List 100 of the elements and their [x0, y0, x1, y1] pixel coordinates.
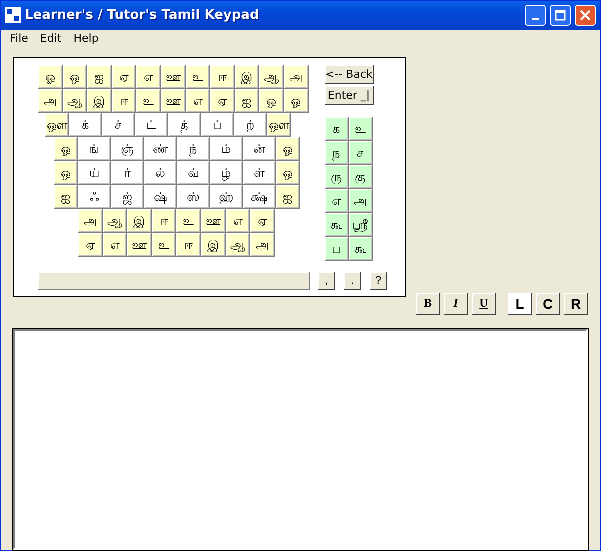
sign-key[interactable]: ப [324, 237, 349, 262]
sign-key[interactable]: ச [348, 141, 373, 166]
sign-key[interactable]: கூ [348, 237, 373, 262]
letter-key[interactable]: ஐ [276, 185, 300, 210]
letter-key[interactable]: ஆ [102, 209, 128, 234]
letter-key[interactable]: ஃ [78, 185, 111, 210]
letter-key[interactable]: ஓ [54, 137, 78, 162]
letter-key[interactable]: இ [127, 209, 152, 234]
align-button[interactable]: L [508, 292, 532, 315]
letter-key[interactable]: ஞ் [111, 137, 144, 162]
letter-key[interactable]: அ [78, 209, 103, 234]
close-button[interactable] [575, 4, 596, 26]
letter-key[interactable]: அ [284, 65, 309, 90]
letter-key[interactable]: ர் [111, 161, 144, 186]
minimize-button[interactable] [525, 4, 546, 26]
letter-key[interactable]: ஆ [259, 65, 284, 90]
letter-key[interactable]: ம் [210, 137, 243, 162]
letter-key[interactable]: ப் [201, 113, 234, 138]
letter-key[interactable]: ண் [144, 137, 177, 162]
letter-key[interactable]: ஒ [62, 65, 88, 90]
close-icon [580, 10, 591, 21]
letter-key[interactable]: ஷ் [144, 185, 177, 210]
letter-key[interactable]: ஔ [45, 113, 69, 138]
letter-key[interactable]: உ [136, 89, 161, 114]
align-button[interactable]: R [564, 292, 588, 315]
letter-key[interactable]: ஏ [78, 233, 103, 258]
back-button[interactable]: <-- Back [324, 65, 374, 84]
format-button[interactable]: I [444, 292, 468, 315]
letter-key[interactable]: ஈ [176, 233, 201, 258]
letter-key[interactable]: ற் [234, 113, 267, 138]
letter-key[interactable]: ஔ [267, 113, 291, 138]
maximize-button[interactable] [550, 4, 571, 26]
letter-key[interactable]: ச் [102, 113, 135, 138]
letter-key[interactable]: எ [102, 233, 128, 258]
letter-key[interactable]: அ [250, 233, 275, 258]
letter-key[interactable]: ஐ [87, 65, 112, 90]
sign-key[interactable]: எ [324, 189, 349, 214]
letter-key[interactable]: ஊ [127, 233, 152, 258]
sign-key[interactable]: ஸ்ரீ [348, 213, 373, 238]
letter-key[interactable]: இ [200, 233, 226, 258]
sign-key[interactable]: ரு [324, 165, 349, 190]
letter-key[interactable]: இ [234, 65, 260, 90]
format-button[interactable]: B [416, 292, 440, 315]
menu-item[interactable]: Edit [34, 30, 68, 48]
letter-key[interactable]: ஏ [210, 89, 235, 114]
letter-key[interactable]: ஓ [276, 137, 300, 162]
letter-key[interactable]: ஈ [210, 65, 235, 90]
letter-key[interactable]: வ் [177, 161, 210, 186]
letter-key[interactable]: ஸ் [177, 185, 210, 210]
menu-item[interactable]: Help [68, 30, 105, 48]
sign-key[interactable]: உ [348, 117, 373, 142]
letter-key[interactable]: உ [152, 233, 176, 258]
punctuation-key[interactable]: . [344, 272, 361, 290]
sign-key[interactable]: அ [348, 189, 373, 214]
letter-key[interactable]: ஓ [284, 89, 309, 114]
enter-button[interactable]: Enter _| [324, 86, 374, 106]
letter-key[interactable]: ல் [144, 161, 177, 186]
letter-key[interactable]: ந் [177, 137, 210, 162]
letter-key[interactable]: ஏ [112, 65, 136, 90]
letter-key[interactable]: ஒ [54, 161, 78, 186]
letter-key[interactable]: உ [176, 209, 201, 234]
letter-key[interactable]: ஒ [276, 161, 300, 186]
letter-key[interactable]: ள் [243, 161, 276, 186]
punctuation-key[interactable]: ? [370, 272, 387, 290]
letter-key[interactable]: ஏ [250, 209, 275, 234]
letter-key[interactable]: அ [38, 89, 63, 114]
letter-key[interactable]: ழ் [210, 161, 243, 186]
align-button[interactable]: C [536, 292, 560, 315]
sign-key[interactable]: கூ [324, 213, 349, 238]
sign-key[interactable]: க [324, 117, 349, 142]
menu-item[interactable]: File [4, 30, 34, 48]
punctuation-key[interactable]: , [318, 272, 335, 290]
sign-key[interactable]: கு [348, 165, 373, 190]
letter-key[interactable]: ஊ [160, 65, 186, 90]
letter-key[interactable]: த் [168, 113, 201, 138]
letter-key[interactable]: ஹ் [210, 185, 243, 210]
letter-key[interactable]: ஊ [160, 89, 186, 114]
letter-key[interactable]: ஐ [54, 185, 78, 210]
letter-key[interactable]: ஆ [226, 233, 250, 258]
letter-key[interactable]: உ [186, 65, 210, 90]
letter-key[interactable]: ங் [78, 137, 111, 162]
letter-key[interactable]: ஐ [234, 89, 260, 114]
format-button[interactable]: U [472, 292, 496, 315]
letter-key[interactable]: ட் [135, 113, 168, 138]
letter-key[interactable]: ஈ [112, 89, 136, 114]
letter-key[interactable]: க் [69, 113, 102, 138]
letter-key[interactable]: ஈ [152, 209, 176, 234]
letter-key[interactable]: ஒ [259, 89, 284, 114]
letter-key[interactable]: எ [186, 89, 210, 114]
sign-key[interactable]: ந [324, 141, 349, 166]
letter-key[interactable]: ஜ் [111, 185, 144, 210]
letter-key[interactable]: ஆ [62, 89, 88, 114]
letter-key[interactable]: ன் [243, 137, 276, 162]
letter-key[interactable]: க்ஷ் [243, 185, 276, 210]
letter-key[interactable]: ஊ [200, 209, 226, 234]
letter-key[interactable]: எ [226, 209, 250, 234]
letter-key[interactable]: ய் [78, 161, 111, 186]
letter-key[interactable]: எ [136, 65, 161, 90]
letter-key[interactable]: ஓ [38, 65, 63, 90]
letter-key[interactable]: இ [87, 89, 112, 114]
